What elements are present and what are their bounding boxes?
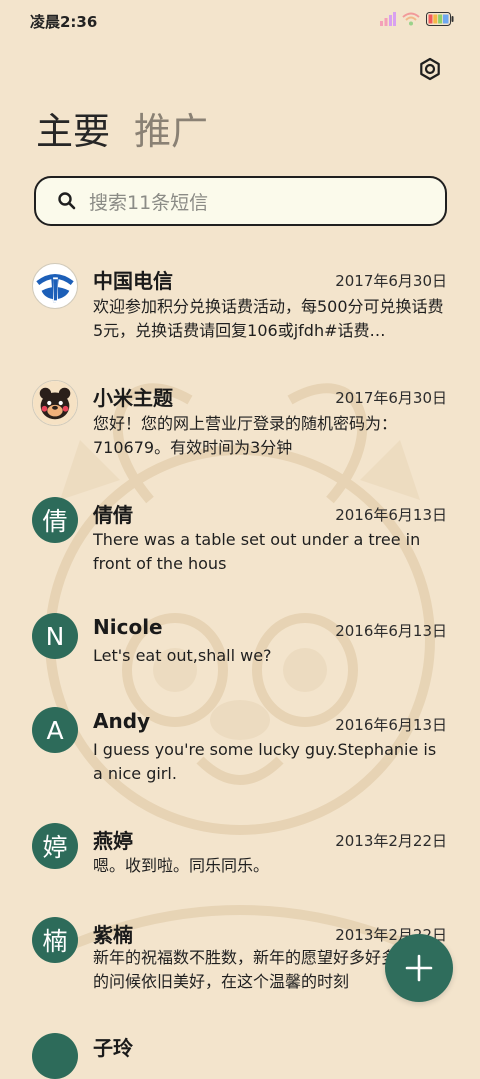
contact-avatar: N xyxy=(32,613,78,659)
wifi-icon xyxy=(402,12,420,26)
signal-icon xyxy=(380,12,396,26)
message-preview: 嗯。收到啦。同乐同乐。 xyxy=(93,856,270,875)
status-bar: 凌晨2:36 xyxy=(0,0,480,40)
tab-bar: 主要 推广 xyxy=(36,108,208,156)
contact-name: 燕婷 xyxy=(93,829,133,853)
message-preview: 欢迎参加积分兑换话费活动，每500分可兑换话费5元，兑换话费请回复106或jfd… xyxy=(93,297,444,340)
plus-icon xyxy=(405,954,433,982)
message-preview: Let's eat out,shall we? xyxy=(93,646,272,665)
contact-name: 子玲 xyxy=(93,1036,133,1060)
gear-icon xyxy=(420,57,440,81)
china-telecom-icon xyxy=(33,264,77,308)
message-preview: 您好！您的网上营业厅登录的随机密码为：710679。有效时间为3分钟 xyxy=(93,414,398,457)
message-date: 2013年2月22日 xyxy=(335,832,447,850)
status-time: 凌晨2:36 xyxy=(30,13,98,31)
new-message-button[interactable] xyxy=(385,934,453,1002)
status-icons xyxy=(380,10,454,28)
search-placeholder: 搜索11条短信 xyxy=(89,191,209,214)
tab-promotions[interactable]: 推广 xyxy=(134,108,208,156)
contact-name: Andy xyxy=(93,709,151,733)
contact-name: 倩倩 xyxy=(93,503,133,527)
message-date: 2016年6月13日 xyxy=(335,506,447,524)
contact-avatar: 倩 xyxy=(32,497,78,543)
tab-primary[interactable]: 主要 xyxy=(36,108,110,156)
message-date: 2017年6月30日 xyxy=(335,389,447,407)
contact-name: 紫楠 xyxy=(93,923,133,947)
contact-name: 中国电信 xyxy=(93,269,173,293)
contact-avatar: 婷 xyxy=(32,823,78,869)
message-preview: I guess you're some lucky guy.Stephanie … xyxy=(93,740,437,783)
contact-name: Nicole xyxy=(93,615,163,639)
contact-name: 小米主题 xyxy=(93,386,173,410)
message-date: 2016年6月13日 xyxy=(335,622,447,640)
search-input[interactable]: 搜索11条短信 xyxy=(34,176,447,226)
bear-icon xyxy=(33,381,77,425)
bear-avatar xyxy=(32,380,78,426)
message-preview: There was a table set out under a tree i… xyxy=(93,530,421,573)
battery-icon xyxy=(426,12,454,26)
china-telecom-logo xyxy=(32,263,78,309)
contact-avatar: A xyxy=(32,707,78,753)
contact-avatar: 楠 xyxy=(32,917,78,963)
settings-button[interactable] xyxy=(414,53,446,85)
message-date: 2017年6月30日 xyxy=(335,272,447,290)
message-date: 2016年6月13日 xyxy=(335,716,447,734)
search-icon xyxy=(57,190,79,212)
